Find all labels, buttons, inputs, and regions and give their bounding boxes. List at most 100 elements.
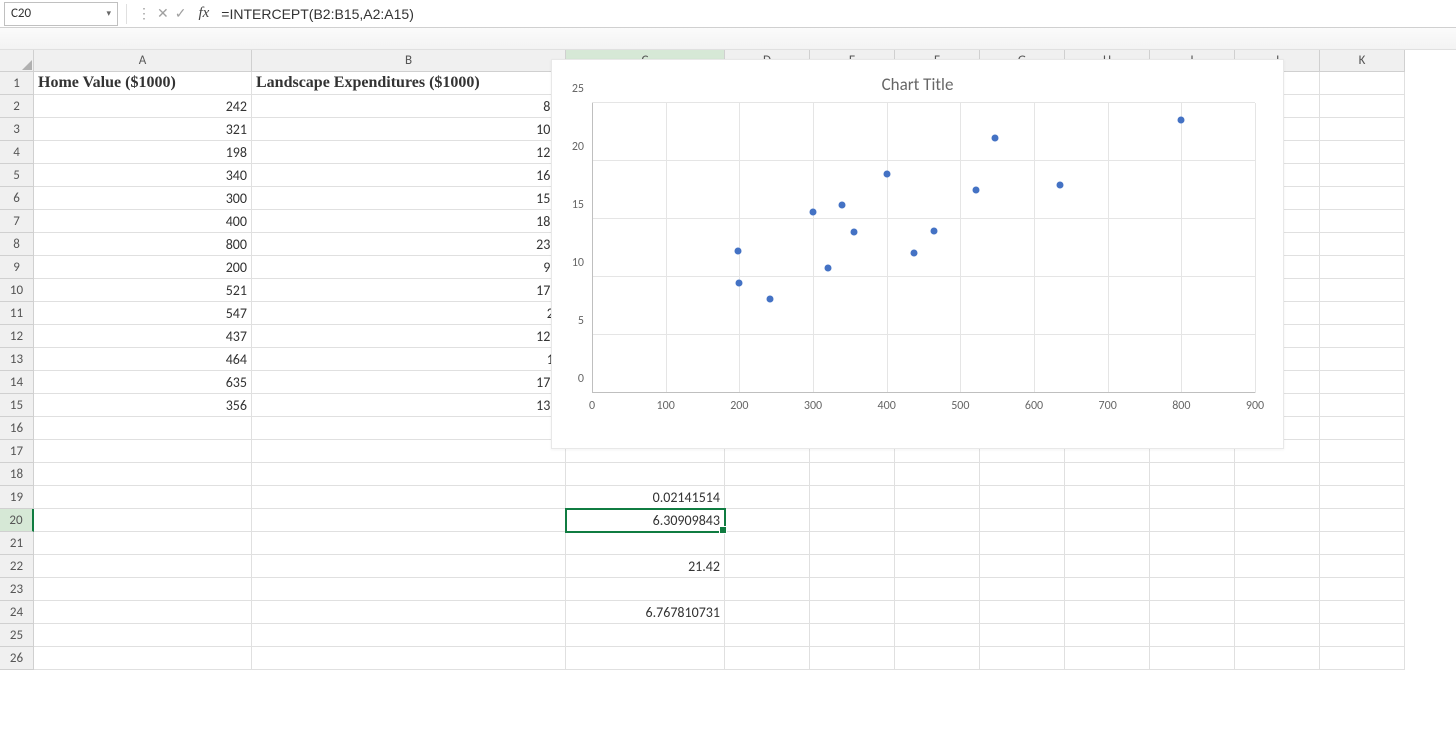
row-header-4[interactable]: 4: [0, 141, 34, 164]
row-header-14[interactable]: 14: [0, 371, 34, 394]
cell-I21[interactable]: [1150, 532, 1235, 555]
name-box[interactable]: C20 ▾: [4, 2, 118, 26]
row-header-13[interactable]: 13: [0, 348, 34, 371]
cell-D22[interactable]: [725, 555, 810, 578]
cell-K1[interactable]: [1320, 72, 1405, 95]
row-header-26[interactable]: 26: [0, 647, 34, 670]
cancel-icon[interactable]: ✕: [157, 5, 169, 22]
cell-K12[interactable]: [1320, 325, 1405, 348]
cell-J22[interactable]: [1235, 555, 1320, 578]
col-header-B[interactable]: B: [252, 50, 566, 72]
cell-A22[interactable]: [34, 555, 252, 578]
cell-H23[interactable]: [1065, 578, 1150, 601]
row-header-15[interactable]: 15: [0, 394, 34, 417]
data-point[interactable]: [810, 209, 817, 216]
cell-A26[interactable]: [34, 647, 252, 670]
cell-K5[interactable]: [1320, 164, 1405, 187]
cell-I23[interactable]: [1150, 578, 1235, 601]
cell-F21[interactable]: [895, 532, 980, 555]
row-header-22[interactable]: 22: [0, 555, 34, 578]
data-point[interactable]: [767, 296, 774, 303]
cell-H20[interactable]: [1065, 509, 1150, 532]
fx-icon[interactable]: fx: [192, 5, 215, 22]
cell-B1[interactable]: Landscape Expenditures ($1000): [252, 72, 566, 95]
cell-A11[interactable]: 547: [34, 302, 252, 325]
cell-G19[interactable]: [980, 486, 1065, 509]
row-header-10[interactable]: 10: [0, 279, 34, 302]
data-point[interactable]: [883, 170, 890, 177]
cell-K24[interactable]: [1320, 601, 1405, 624]
cell-H21[interactable]: [1065, 532, 1150, 555]
cell-J25[interactable]: [1235, 624, 1320, 647]
cell-K14[interactable]: [1320, 371, 1405, 394]
cell-K16[interactable]: [1320, 417, 1405, 440]
cell-C23[interactable]: [566, 578, 725, 601]
row-header-21[interactable]: 21: [0, 532, 34, 555]
cell-E23[interactable]: [810, 578, 895, 601]
cell-B16[interactable]: [252, 417, 566, 440]
cell-K15[interactable]: [1320, 394, 1405, 417]
cell-J20[interactable]: [1235, 509, 1320, 532]
formula-input[interactable]: [215, 6, 1456, 22]
cell-A7[interactable]: 400: [34, 210, 252, 233]
data-point[interactable]: [1178, 117, 1185, 124]
cell-K22[interactable]: [1320, 555, 1405, 578]
cell-D24[interactable]: [725, 601, 810, 624]
cell-D26[interactable]: [725, 647, 810, 670]
cell-G25[interactable]: [980, 624, 1065, 647]
cell-K2[interactable]: [1320, 95, 1405, 118]
cell-J23[interactable]: [1235, 578, 1320, 601]
cell-B23[interactable]: [252, 578, 566, 601]
cell-B10[interactable]: 17.5: [252, 279, 566, 302]
data-point[interactable]: [991, 134, 998, 141]
cell-B24[interactable]: [252, 601, 566, 624]
row-header-11[interactable]: 11: [0, 302, 34, 325]
cell-F18[interactable]: [895, 463, 980, 486]
cell-A8[interactable]: 800: [34, 233, 252, 256]
cell-F25[interactable]: [895, 624, 980, 647]
cell-E24[interactable]: [810, 601, 895, 624]
cell-G23[interactable]: [980, 578, 1065, 601]
select-all-corner[interactable]: [0, 50, 34, 72]
row-header-1[interactable]: 1: [0, 72, 34, 95]
enter-icon[interactable]: ✓: [175, 5, 187, 22]
data-point[interactable]: [736, 279, 743, 286]
cell-A4[interactable]: 198: [34, 141, 252, 164]
spreadsheet-grid[interactable]: ABCDEFGHIJK 1234567891011121314151617181…: [0, 50, 1456, 737]
cell-I22[interactable]: [1150, 555, 1235, 578]
cell-A18[interactable]: [34, 463, 252, 486]
cell-K9[interactable]: [1320, 256, 1405, 279]
cell-K11[interactable]: [1320, 302, 1405, 325]
data-point[interactable]: [851, 228, 858, 235]
cell-K17[interactable]: [1320, 440, 1405, 463]
cell-B13[interactable]: 14: [252, 348, 566, 371]
cell-G21[interactable]: [980, 532, 1065, 555]
cell-A15[interactable]: 356: [34, 394, 252, 417]
cell-B6[interactable]: 15.6: [252, 187, 566, 210]
row-header-24[interactable]: 24: [0, 601, 34, 624]
cell-A20[interactable]: [34, 509, 252, 532]
cell-B15[interactable]: 13.9: [252, 394, 566, 417]
data-point[interactable]: [930, 227, 937, 234]
cell-A14[interactable]: 635: [34, 371, 252, 394]
row-header-9[interactable]: 9: [0, 256, 34, 279]
cell-J26[interactable]: [1235, 647, 1320, 670]
cell-A13[interactable]: 464: [34, 348, 252, 371]
cell-F24[interactable]: [895, 601, 980, 624]
cell-K23[interactable]: [1320, 578, 1405, 601]
cell-D18[interactable]: [725, 463, 810, 486]
cell-K7[interactable]: [1320, 210, 1405, 233]
cell-J21[interactable]: [1235, 532, 1320, 555]
cell-E18[interactable]: [810, 463, 895, 486]
data-point[interactable]: [734, 248, 741, 255]
cell-C19[interactable]: 0.02141514: [566, 486, 725, 509]
cell-K4[interactable]: [1320, 141, 1405, 164]
cell-E19[interactable]: [810, 486, 895, 509]
embedded-chart[interactable]: Chart Title 0510152025010020030040050060…: [551, 59, 1284, 449]
row-header-25[interactable]: 25: [0, 624, 34, 647]
cell-B12[interactable]: 12.1: [252, 325, 566, 348]
cell-K8[interactable]: [1320, 233, 1405, 256]
cell-C20[interactable]: 6.30909843: [566, 509, 725, 532]
cell-B18[interactable]: [252, 463, 566, 486]
cell-F22[interactable]: [895, 555, 980, 578]
